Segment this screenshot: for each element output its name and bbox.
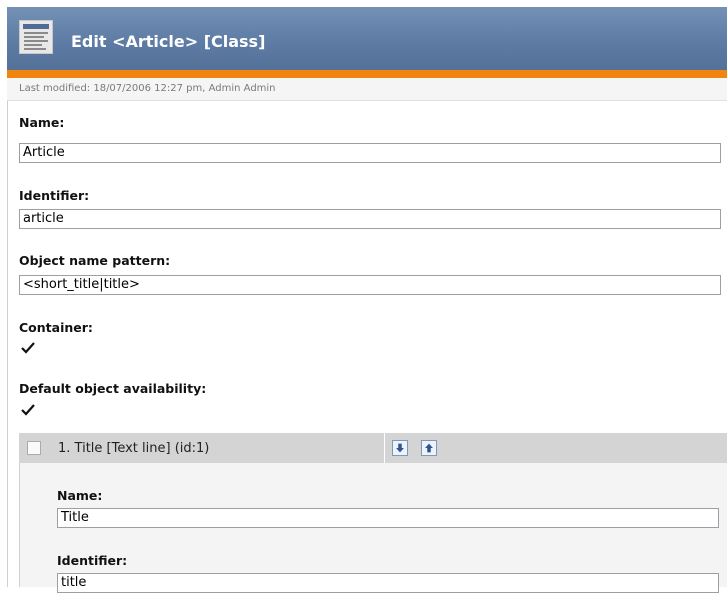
last-modified-text: Last modified: 18/07/2006 12:27 pm, Admi… <box>19 83 276 94</box>
attribute-header-divider <box>384 433 385 463</box>
attribute-body-border <box>19 463 20 587</box>
last-modified-bar: Last modified: 18/07/2006 12:27 pm, Admi… <box>7 78 727 101</box>
attribute-identifier-label: Identifier: <box>57 553 128 568</box>
attribute-name-label: Name: <box>57 488 103 503</box>
container-checkbox[interactable] <box>21 341 35 355</box>
default-availability-checkbox[interactable] <box>21 403 35 417</box>
arrow-down-icon[interactable] <box>392 440 408 456</box>
attribute-title: 1. Title [Text line] (id:1) <box>58 441 210 456</box>
identifier-field[interactable]: article <box>19 209 721 229</box>
attribute-header: 1. Title [Text line] (id:1) <box>19 433 727 463</box>
identifier-label: Identifier: <box>19 188 90 203</box>
name-label: Name: <box>19 115 65 130</box>
attribute-name-field[interactable]: Title <box>57 508 719 528</box>
pattern-label: Object name pattern: <box>19 253 171 268</box>
attribute-identifier-field[interactable]: title <box>57 573 719 593</box>
window-header: Edit <Article> [Class] <box>7 7 727 70</box>
availability-label: Default object availability: <box>19 381 207 396</box>
document-icon <box>19 20 53 54</box>
arrow-up-icon[interactable] <box>421 440 437 456</box>
attribute-select-checkbox[interactable] <box>27 441 41 455</box>
page-title: Edit <Article> [Class] <box>71 32 266 51</box>
page-left-border <box>7 78 8 587</box>
name-field[interactable]: Article <box>19 143 721 163</box>
container-label: Container: <box>19 320 93 335</box>
accent-bar <box>7 70 727 78</box>
object-name-pattern-field[interactable]: <short_title|title> <box>19 275 721 295</box>
